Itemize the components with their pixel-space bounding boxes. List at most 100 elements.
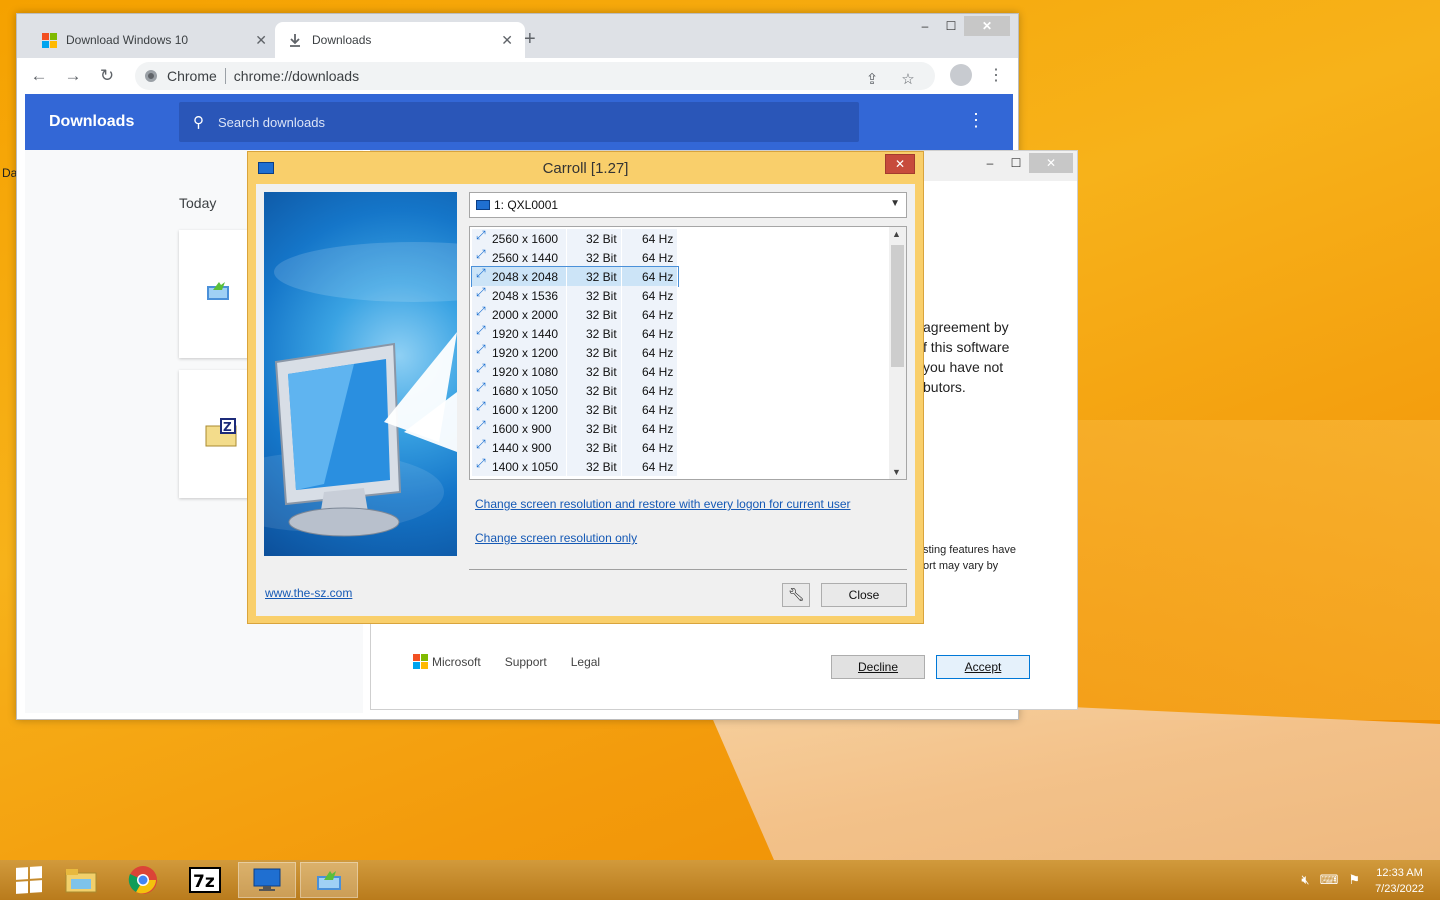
maximize-button[interactable]: ☐ — [938, 16, 964, 36]
taskbar-7zip[interactable]: 7z — [176, 862, 234, 898]
svg-text:7z: 7z — [193, 872, 215, 892]
dialog-close-button[interactable]: ✕ — [885, 154, 915, 174]
start-button[interactable] — [0, 862, 58, 898]
resolution-row[interactable]: 2560 x 144032 Bit64 Hz — [472, 247, 678, 267]
taskbar-setup[interactable] — [300, 862, 358, 898]
downloads-header: Downloads ⚲ Search downloads ⋮ — [25, 94, 1013, 150]
tab-close-icon[interactable]: ✕ — [255, 32, 267, 49]
profile-avatar-icon[interactable] — [950, 64, 972, 86]
resolution-refresh-cell: 64 Hz — [622, 438, 678, 457]
forward-icon[interactable]: → — [61, 64, 85, 88]
resolution-depth-cell: 32 Bit — [567, 248, 622, 267]
website-link[interactable]: www.the-sz.com — [265, 586, 352, 600]
close-button[interactable]: ✕ — [1029, 153, 1073, 173]
taskbar: 7z 🔇︎ ⌨ ⚑ 12:33 AM 7/23/2022 — [0, 860, 1440, 900]
maximize-button[interactable]: ☐ — [1003, 153, 1029, 173]
address-bar[interactable]: Chrome chrome://downloads ⇪ ☆ — [135, 62, 935, 90]
resolution-row[interactable]: 1600 x 90032 Bit64 Hz — [472, 418, 678, 438]
resolution-row[interactable]: 1440 x 90032 Bit64 Hz — [472, 437, 678, 457]
microsoft-logo-icon — [413, 654, 428, 669]
resolution-row[interactable]: 1920 x 120032 Bit64 Hz — [472, 342, 678, 362]
window-controls: – ☐ ✕ — [977, 153, 1073, 173]
chevron-down-icon: ▼ — [890, 198, 900, 209]
support-link[interactable]: Support — [505, 655, 547, 669]
resolution-row[interactable]: 1680 x 105032 Bit64 Hz — [472, 380, 678, 400]
volume-muted-icon[interactable]: 🔇︎ — [1301, 872, 1309, 888]
resolution-row[interactable]: 1600 x 120032 Bit64 Hz — [472, 399, 678, 419]
legal-link[interactable]: Legal — [571, 655, 600, 669]
divider — [469, 569, 907, 570]
action-center-icon[interactable]: ⚑ — [1348, 872, 1360, 888]
taskbar-carroll[interactable] — [238, 862, 296, 898]
resolution-row[interactable]: 1920 x 144032 Bit64 Hz — [472, 323, 678, 343]
tab-label: Downloads — [312, 33, 372, 47]
star-icon[interactable]: ☆ — [897, 68, 919, 90]
decline-button[interactable]: Decline — [831, 655, 925, 679]
new-tab-button[interactable]: + — [524, 28, 536, 51]
list-scrollbar[interactable]: ▲ ▼ — [889, 227, 906, 479]
minimize-button[interactable]: – — [912, 16, 938, 36]
resolution-size-cell: 1440 x 900 — [472, 437, 567, 457]
system-tray: 🔇︎ ⌨ ⚑ — [1301, 872, 1360, 888]
resolution-row[interactable]: 1400 x 105032 Bit64 Hz — [472, 456, 678, 476]
license-text: agreement by f this software you have no… — [923, 317, 1083, 397]
resolution-size-cell: 2560 x 1600 — [472, 228, 567, 248]
browser-toolbar: ← → ↻ Chrome chrome://downloads ⇪ ☆ ⋮ — [17, 58, 1018, 94]
resolution-refresh-cell: 64 Hz — [622, 267, 678, 286]
reload-icon[interactable]: ↻ — [95, 64, 119, 88]
taskbar-file-explorer[interactable] — [52, 862, 110, 898]
resolution-size-cell: 1920 x 1080 — [472, 361, 567, 381]
resolution-depth-cell: 32 Bit — [567, 267, 622, 286]
resolution-depth-cell: 32 Bit — [567, 400, 622, 419]
file-explorer-icon — [65, 869, 97, 893]
resolution-refresh-cell: 64 Hz — [622, 381, 678, 400]
resolution-refresh-cell: 64 Hz — [622, 457, 678, 476]
brand-label: Microsoft — [432, 654, 481, 669]
tab-strip: Download Windows 10 ✕ Downloads ✕ + – ☐ … — [17, 14, 1018, 58]
license-line: agreement by — [923, 319, 1009, 335]
network-icon[interactable]: ⌨ — [1320, 872, 1339, 888]
display-select-value: 1: QXL0001 — [494, 198, 559, 212]
chrome-icon — [128, 866, 157, 894]
setup-icon — [317, 871, 341, 890]
resolution-size-cell: 1400 x 1050 — [472, 456, 567, 476]
tab-close-icon[interactable]: ✕ — [501, 32, 513, 49]
license-line: butors. — [923, 379, 966, 395]
share-icon[interactable]: ⇪ — [861, 68, 883, 90]
resolution-size-cell: 2048 x 1536 — [472, 285, 567, 305]
license-line: you have not — [923, 359, 1004, 375]
scroll-down-icon[interactable]: ▼ — [892, 467, 901, 477]
omnibox-divider — [224, 68, 226, 84]
display-select[interactable]: 1: QXL0001 ▼ — [469, 192, 907, 218]
hosting-line: ort may vary by — [923, 560, 999, 572]
tab-download-windows[interactable]: Download Windows 10 ✕ — [29, 22, 279, 58]
minimize-button[interactable]: – — [977, 153, 1003, 173]
settings-tool-button[interactable]: 🔧︎ — [782, 583, 810, 607]
resolution-row[interactable]: 2048 x 153632 Bit64 Hz — [472, 285, 678, 305]
resolution-size-cell: 2000 x 2000 — [472, 304, 567, 324]
license-line: f this software — [923, 339, 1010, 355]
search-downloads-input[interactable]: ⚲ Search downloads — [179, 102, 859, 142]
chrome-menu-icon[interactable]: ⋮ — [988, 65, 1004, 85]
scroll-thumb[interactable] — [891, 245, 904, 367]
tab-downloads[interactable]: Downloads ✕ — [275, 22, 525, 58]
close-button[interactable]: Close — [821, 583, 907, 607]
close-button[interactable]: ✕ — [964, 16, 1010, 36]
clock[interactable]: 12:33 AM 7/23/2022 — [1375, 865, 1424, 897]
accept-button[interactable]: Accept — [936, 655, 1030, 679]
resolution-row[interactable]: 1920 x 108032 Bit64 Hz — [472, 361, 678, 381]
resolution-list[interactable]: ▲ ▼ 2560 x 160032 Bit64 Hz2560 x 144032 … — [469, 226, 907, 480]
resolution-row[interactable]: 2560 x 160032 Bit64 Hz — [472, 228, 678, 248]
resolution-row[interactable]: 2048 x 204832 Bit64 Hz — [471, 266, 679, 287]
scroll-up-icon[interactable]: ▲ — [892, 229, 901, 239]
resolution-row[interactable]: 2000 x 200032 Bit64 Hz — [472, 304, 678, 324]
downloads-menu-icon[interactable]: ⋮ — [967, 110, 985, 131]
carroll-dialog: Carroll [1.27] ✕ 1: QXL0001 ▼ ▲ ▼ ⤢ 2560… — [247, 151, 924, 624]
change-resolution-only-link[interactable]: Change screen resolution only — [475, 531, 637, 545]
resolution-size-cell: 1920 x 1200 — [472, 342, 567, 362]
url-text[interactable]: chrome://downloads — [234, 68, 359, 84]
taskbar-chrome[interactable] — [114, 862, 172, 898]
change-resolution-restore-link[interactable]: Change screen resolution and restore wit… — [475, 497, 851, 511]
back-icon[interactable]: ← — [27, 64, 51, 88]
resolution-refresh-cell: 64 Hz — [622, 286, 678, 305]
